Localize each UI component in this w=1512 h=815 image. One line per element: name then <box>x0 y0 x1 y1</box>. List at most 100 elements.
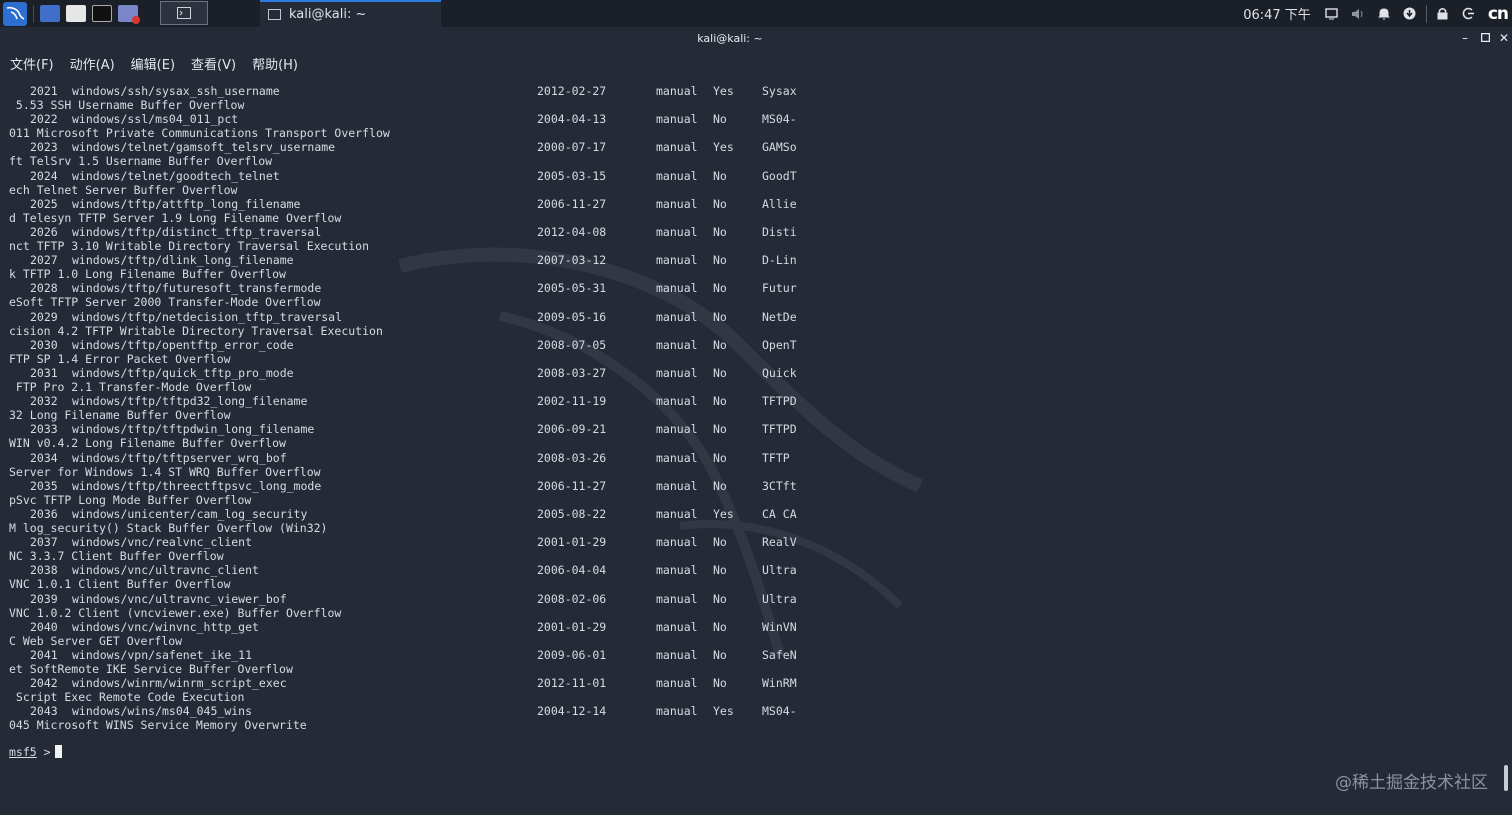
module-description-continued: C Web Server GET Overflow <box>9 633 183 648</box>
module-path: windows/winrm/winrm_script_exec <box>72 676 287 691</box>
menu-action[interactable]: 动作(A) <box>70 54 115 73</box>
module-description-continued: ft TelSrv 1.5 Username Buffer Overflow <box>9 154 273 169</box>
module-row: 2030 windows/tftp/opentftp_error_code 2008… <box>9 338 809 352</box>
module-description-continued: VNC 1.0.1 Client Buffer Overflow <box>9 577 231 592</box>
module-check: No <box>713 676 727 691</box>
input-method-badge[interactable]: cn <box>1488 4 1509 24</box>
terminal-output[interactable]: 2021 windows/ssh/sysax_ssh_username 2012-0… <box>0 76 1500 815</box>
module-check: No <box>713 394 727 409</box>
module-row: 2032 windows/tftp/tftpd32_long_filename 20… <box>9 394 809 408</box>
module-rank: manual <box>656 619 698 634</box>
update-icon[interactable] <box>1403 7 1417 21</box>
app-icon[interactable] <box>118 5 140 24</box>
module-description: Disti <box>762 225 797 239</box>
workspace-button[interactable] <box>160 1 208 25</box>
module-description-continued: Script Exec Remote Code Execution <box>9 690 245 705</box>
menu-help[interactable]: 帮助(H) <box>252 54 298 73</box>
module-path: windows/tftp/distinct_tftp_traversal <box>72 225 322 239</box>
module-rank: manual <box>656 394 698 409</box>
module-check: No <box>713 535 727 550</box>
module-row: 2034 windows/tftp/tftpserver_wrq_bof 2008-… <box>9 451 809 465</box>
module-description: MS04- <box>762 112 797 127</box>
module-number: 2043 <box>30 704 58 719</box>
module-description-continued: FTP Pro 2.1 Transfer-Mode Overflow <box>9 380 252 394</box>
module-disclosure-date: 2007-03-12 <box>537 253 607 268</box>
file-manager-icon[interactable] <box>66 5 86 22</box>
module-description: WinRM <box>762 676 797 691</box>
module-check: No <box>713 112 727 127</box>
module-description: NetDe <box>762 309 797 324</box>
module-path: windows/tftp/opentftp_error_code <box>72 337 294 352</box>
module-disclosure-date: 2008-07-05 <box>537 337 607 352</box>
taskbar-terminal-task[interactable]: kali@kali: ~ <box>260 0 441 27</box>
module-description-continued: Server for Windows 1.4 ST WRQ Buffer Ove… <box>9 464 321 479</box>
module-rank: manual <box>656 196 698 211</box>
scrollbar[interactable] <box>1504 765 1508 791</box>
module-number: 2036 <box>30 507 58 521</box>
desktop-icon[interactable] <box>40 5 60 22</box>
module-rank: manual <box>656 591 698 606</box>
module-description-continued: 32 Long Filename Buffer Overflow <box>9 408 231 423</box>
terminal-window-icon <box>268 9 281 20</box>
menu-view[interactable]: 查看(V) <box>191 54 236 73</box>
kali-menu-icon[interactable] <box>3 1 27 26</box>
module-disclosure-date: 2002-11-19 <box>537 394 607 409</box>
module-number: 2033 <box>30 422 58 437</box>
module-disclosure-date: 2000-07-17 <box>537 140 607 155</box>
lock-icon[interactable] <box>1436 7 1450 21</box>
module-number: 2031 <box>30 366 58 380</box>
module-path: windows/vnc/winvnc_http_get <box>72 619 259 634</box>
module-description: TFTPD <box>762 394 797 409</box>
module-rank: manual <box>656 563 698 578</box>
module-description: Allie <box>762 196 797 211</box>
minimize-icon[interactable]: – <box>1459 32 1471 44</box>
module-check: No <box>713 478 727 493</box>
module-check: No <box>713 225 727 239</box>
window-titlebar[interactable]: kali@kali: ~ – ✕ <box>0 27 1512 51</box>
module-number: 2021 <box>30 84 58 98</box>
module-check: No <box>713 168 727 183</box>
module-row: 2026 windows/tftp/distinct_tftp_traversal… <box>9 225 809 239</box>
clock[interactable]: 06:47 下午 <box>1243 4 1311 23</box>
notification-bell-icon[interactable] <box>1377 7 1391 21</box>
logout-icon[interactable] <box>1462 7 1476 21</box>
maximize-icon[interactable] <box>1479 32 1491 44</box>
menu-edit[interactable]: 编辑(E) <box>131 54 175 73</box>
menu-file[interactable]: 文件(F) <box>10 54 54 73</box>
module-row: 2043 windows/wins/ms04_045_wins 2004-12-14… <box>9 704 809 718</box>
display-icon[interactable] <box>1325 7 1339 21</box>
module-path: windows/tftp/threectftpsvc_long_mode <box>72 478 322 493</box>
module-rank: manual <box>656 225 698 239</box>
module-path: windows/telnet/goodtech_telnet <box>72 168 280 183</box>
terminal-icon[interactable] <box>92 5 112 22</box>
module-path: windows/tftp/dlink_long_filename <box>72 253 294 268</box>
volume-icon[interactable] <box>1351 7 1365 21</box>
module-path: windows/tftp/tftpserver_wrq_bof <box>72 450 287 465</box>
module-description: TFTP <box>762 450 797 465</box>
module-number: 2027 <box>30 253 58 268</box>
module-row: 2025 windows/tftp/attftp_long_filename 200… <box>9 197 809 211</box>
module-rank: manual <box>656 140 698 155</box>
module-path: windows/ssl/ms04_011_pct <box>72 112 239 127</box>
module-number: 2026 <box>30 225 58 239</box>
module-number: 2037 <box>30 535 58 550</box>
module-description: GAMSo <box>762 140 797 155</box>
module-rank: manual <box>656 337 698 352</box>
module-row: 2035 windows/tftp/threectftpsvc_long_mode… <box>9 479 809 493</box>
module-rank: manual <box>656 648 698 662</box>
tray-separator <box>1425 4 1427 23</box>
module-rank: manual <box>656 450 698 465</box>
command-prompt[interactable]: msf5 > <box>9 745 62 759</box>
module-rank: manual <box>656 507 698 521</box>
module-check: No <box>713 422 727 437</box>
module-check: Yes <box>713 704 734 719</box>
module-description: WinVN <box>762 619 797 634</box>
module-description: Ultra <box>762 591 797 606</box>
close-icon[interactable]: ✕ <box>1498 32 1510 44</box>
module-description: CA CA <box>762 507 797 521</box>
module-check: No <box>713 196 727 211</box>
module-disclosure-date: 2008-03-27 <box>537 366 607 380</box>
module-rank: manual <box>656 366 698 380</box>
module-number: 2030 <box>30 337 58 352</box>
module-disclosure-date: 2005-08-22 <box>537 507 607 521</box>
